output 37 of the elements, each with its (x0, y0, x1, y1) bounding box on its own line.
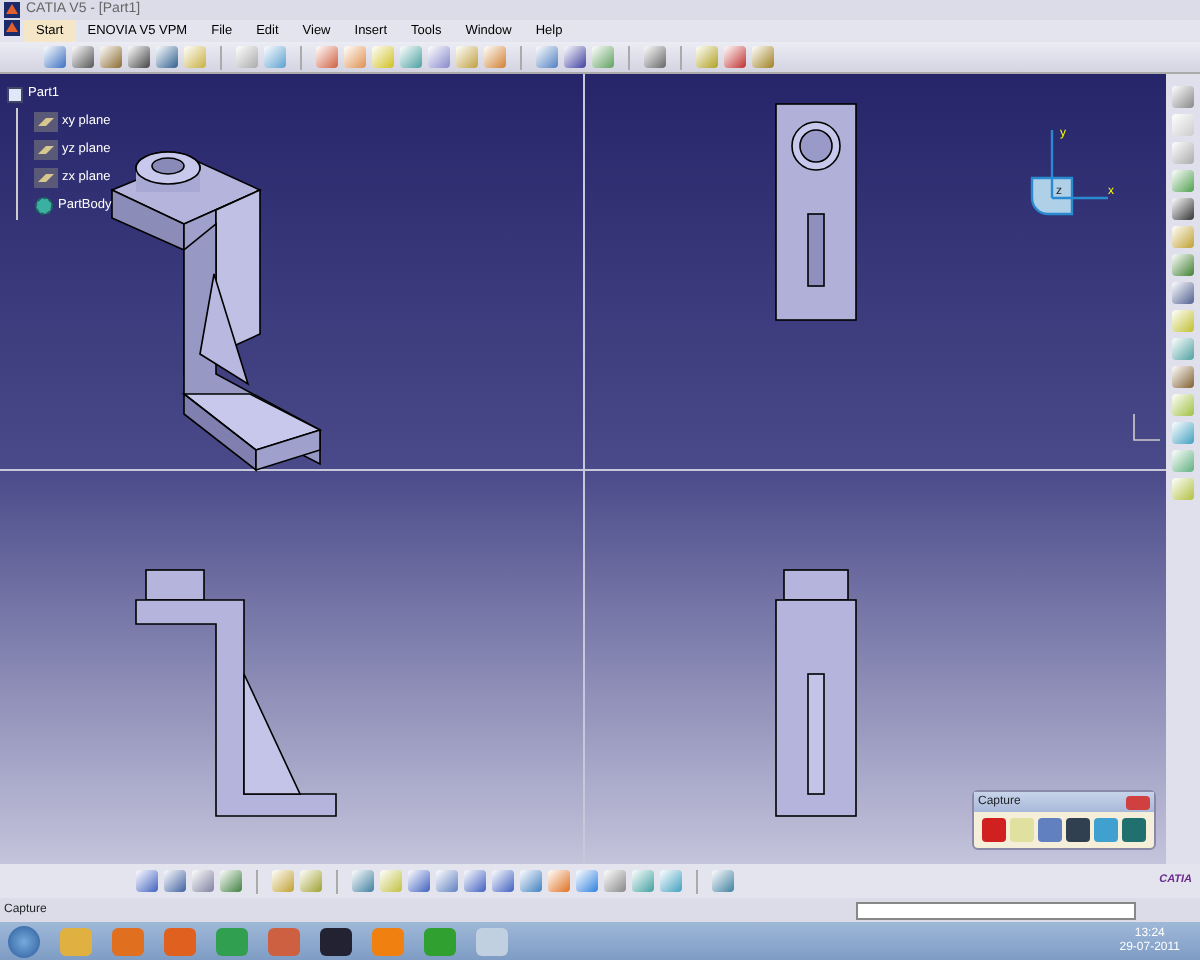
tool-button[interactable] (436, 870, 458, 892)
tool-button[interactable] (712, 870, 734, 892)
plane-icon (34, 168, 58, 188)
command-input[interactable] (856, 901, 1136, 919)
tool-button[interactable] (644, 46, 666, 68)
tool-button[interactable] (100, 46, 122, 68)
tool-button[interactable] (492, 870, 514, 892)
compass-icon[interactable] (1030, 128, 1110, 216)
tool-button[interactable] (724, 46, 746, 68)
tool-button[interactable] (156, 46, 178, 68)
tool-button[interactable] (220, 870, 242, 892)
tool-button[interactable] (352, 870, 374, 892)
tool-button[interactable] (164, 870, 186, 892)
tool-button[interactable] (576, 870, 598, 892)
plane-icon (34, 140, 58, 160)
tool-button[interactable] (44, 46, 66, 68)
tool-button[interactable] (408, 870, 430, 892)
tool-button[interactable] (1172, 282, 1194, 304)
tool-button[interactable] (1066, 818, 1090, 842)
taskbar-button[interactable] (320, 927, 352, 955)
plane-icon (34, 112, 58, 132)
gear-icon (34, 196, 54, 216)
axis-triad-icon (1133, 413, 1161, 441)
close-button[interactable] (1126, 795, 1150, 809)
tool-button[interactable] (564, 46, 586, 68)
tool-button[interactable] (72, 46, 94, 68)
tool-button[interactable] (520, 870, 542, 892)
tool-button[interactable] (316, 46, 338, 68)
tool-button[interactable] (536, 46, 558, 68)
tool-button[interactable] (1172, 254, 1194, 276)
tool-button[interactable] (1172, 366, 1194, 388)
start-button[interactable] (8, 925, 40, 957)
part-icon (6, 85, 24, 103)
tool-button[interactable] (1172, 198, 1194, 220)
tool-button[interactable] (128, 46, 150, 68)
tool-button[interactable] (464, 870, 486, 892)
tool-button[interactable] (136, 870, 158, 892)
